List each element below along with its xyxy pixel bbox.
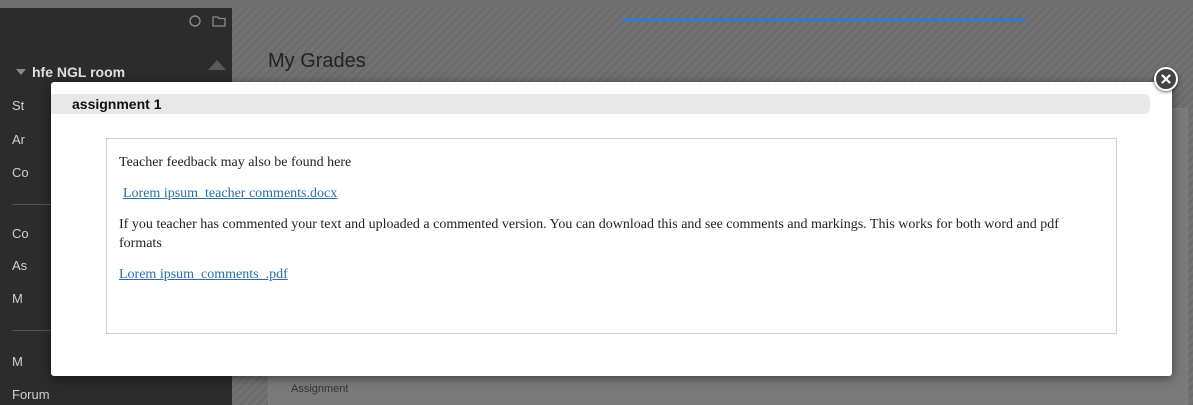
sidebar-item[interactable]: Co bbox=[12, 226, 29, 241]
sidebar-item[interactable]: M bbox=[12, 354, 23, 369]
refresh-icon[interactable] bbox=[188, 14, 202, 28]
sidebar-item-forum[interactable]: Forum bbox=[12, 387, 50, 402]
modal-title: assignment 1 bbox=[72, 96, 162, 112]
sidebar-item[interactable]: Ar bbox=[12, 132, 25, 147]
feedback-content: Teacher feedback may also be found here … bbox=[106, 138, 1117, 334]
docx-attachment-link[interactable]: Lorem ipsum_teacher comments.docx bbox=[123, 186, 337, 201]
caret-down-icon bbox=[16, 69, 26, 75]
course-menu-heading[interactable]: hfe NGL room bbox=[16, 64, 125, 80]
sidebar-divider bbox=[12, 204, 52, 205]
page-title: My Grades bbox=[268, 50, 366, 72]
pdf-attachment-link[interactable]: Lorem ipsum_comments_.pdf bbox=[119, 267, 288, 282]
folder-icon[interactable] bbox=[212, 14, 226, 28]
feedback-instructions-text: If you teacher has commented your text a… bbox=[119, 217, 1059, 251]
feedback-modal: assignment 1 Teacher feedback may also b… bbox=[51, 67, 1178, 376]
table-column-header: Assignment bbox=[291, 383, 349, 395]
attachment-item: Lorem ipsum_comments_.pdf bbox=[119, 265, 1104, 284]
sidebar-item[interactable]: As bbox=[12, 258, 27, 273]
sidebar-item[interactable]: M bbox=[12, 291, 23, 306]
sidebar-item[interactable]: St bbox=[12, 98, 24, 113]
feedback-intro-text: Teacher feedback may also be found here bbox=[119, 155, 352, 170]
course-name: hfe NGL room bbox=[32, 64, 126, 80]
close-icon bbox=[1161, 74, 1171, 84]
sidebar-item[interactable]: Co bbox=[12, 165, 29, 180]
sidebar-divider bbox=[12, 330, 52, 331]
loading-progress-bar bbox=[622, 18, 1026, 22]
modal-header: assignment 1 bbox=[51, 94, 1150, 114]
close-button[interactable] bbox=[1154, 67, 1178, 91]
sidebar-notch bbox=[208, 60, 226, 70]
attachment-item: Lorem ipsum_teacher comments.docx bbox=[119, 184, 1104, 203]
sidebar-tools bbox=[188, 14, 226, 28]
